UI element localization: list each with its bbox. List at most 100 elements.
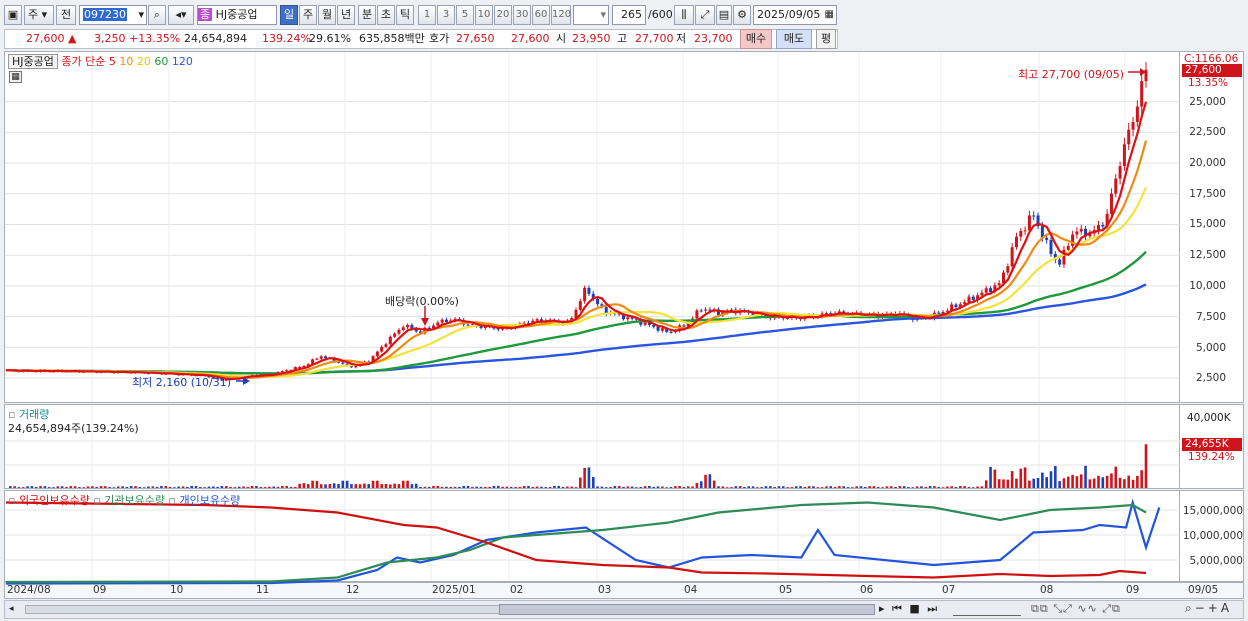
volume-bar [971,487,975,488]
volume-bar [898,486,902,488]
volume-bar [315,480,319,488]
volume-bar [199,486,202,488]
holdings-ytick: 10,000,000 [1182,530,1243,542]
volume-bar [328,484,332,488]
volume-bar [1066,476,1070,488]
volume-bar [39,486,42,488]
volume-bar [686,486,690,488]
volume-bar [557,485,561,488]
ma60-label[interactable]: 60 [154,55,168,68]
volume-bar [730,487,733,488]
volume-bar [1110,473,1113,488]
volume-bar [9,486,12,488]
candle-body [967,296,971,303]
zoom-slider[interactable] [953,604,1021,616]
candle-body [444,319,448,322]
ma5-label[interactable]: 5 [109,55,116,68]
ytick: 2,500 [1195,372,1226,384]
candle-body [354,366,358,368]
candle-body [466,324,470,326]
candle-body [1023,230,1027,232]
playback-controls[interactable]: ▸ ⏮ ■ ⏭ [879,602,939,616]
candle-body [319,356,323,359]
volume-bar [1131,479,1135,488]
volume-bar [855,486,858,488]
candle-body [436,322,440,326]
volume-bar [803,487,807,488]
volume-bar [1136,475,1139,488]
volume-bar [65,486,68,488]
volume-bar [475,486,478,488]
dividend-arrow-head [421,318,429,326]
holdings-ytick: 15,000,000 [1182,505,1243,517]
volume-bar [91,486,94,488]
volume-bar [134,486,137,488]
volume-bar [121,486,124,488]
volume-bar [246,486,250,488]
candle-body [1101,225,1105,227]
volume-bar [600,486,604,488]
price-legend: HJ중공업 종가 단순 5 10 20 60 120 [8,53,193,69]
scrollbar-thumb[interactable] [499,604,875,615]
candle-body [704,309,708,311]
volume-bar [656,486,660,488]
tool-icons[interactable]: ⧉⧉ ⤡⤢ ∿∿ ⤢⧉ [1031,602,1121,616]
volume-bar [1079,474,1083,488]
candle-body [1058,259,1062,265]
legend-individual[interactable]: 개인보유수량 [179,494,240,507]
volume-bar [959,485,962,488]
ma20-label[interactable]: 20 [137,55,151,68]
candle-body [669,331,673,333]
ma10-label[interactable]: 10 [119,55,133,68]
legend-foreign[interactable]: 외국인보유수량 [19,494,90,507]
volume-bar [466,485,470,488]
volume-bar [816,487,820,488]
ma120-label[interactable]: 120 [172,55,193,68]
zoom-controls[interactable]: ⌕−+A [1185,601,1232,616]
candle-body [1049,239,1053,254]
candle-body [971,296,975,300]
candle-body [587,287,591,294]
volume-bar [721,486,725,488]
volume-bar [345,480,349,488]
candle-body [1006,266,1010,273]
volume-bar [786,487,789,488]
volume-bar [613,486,617,488]
volume-bar [790,487,794,488]
volume-bar [626,486,630,488]
volume-bar [332,483,336,488]
volume-bar [622,486,625,488]
volume-bar [984,480,988,488]
candle-body [406,324,410,328]
volume-bar [1114,466,1118,488]
volume-bar [190,485,193,488]
ma120-line [5,283,1147,375]
scroll-left-icon[interactable]: ◂ [9,604,19,615]
volume-bar [479,486,483,488]
volume-bar [1097,475,1100,488]
ytick: 15,000 [1189,218,1226,230]
stock-name-tag[interactable]: HJ중공업 [8,54,58,69]
volume-bar [276,486,280,488]
volume-bar [544,487,548,488]
volume-bar [401,480,405,488]
table-view-icon[interactable]: ▦ [9,71,22,83]
volume-bar [393,483,396,488]
legend-institution[interactable]: 기관보유수량 [104,494,165,507]
candle-body [1066,245,1070,250]
volume-bar [669,487,673,488]
holdings-legend: ▫ 외국인보유수량 ▫ 기관보유수량 ▫ 개인보유수량 [8,494,241,507]
volume-bar [561,486,565,488]
volume-bar [708,474,712,488]
candle-body [1014,236,1018,248]
current-pct-tag: 13.35% [1188,77,1229,89]
xtick: 02 [510,584,524,596]
individual-holdings-line [5,498,1161,585]
volume-bar [915,486,919,488]
candle-body [1079,228,1083,232]
volume-bar [376,480,379,488]
candle-body [380,346,384,352]
candle-body [1118,166,1122,179]
volume-bar [384,483,388,488]
volume-bar [648,485,651,488]
